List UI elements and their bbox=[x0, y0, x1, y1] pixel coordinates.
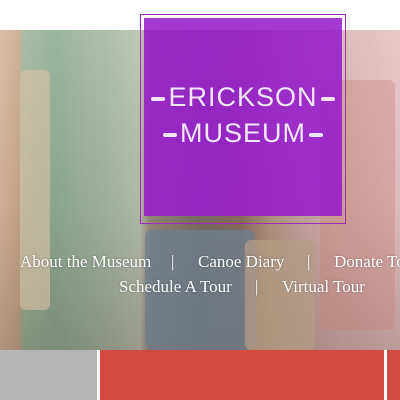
book-spine bbox=[20, 70, 50, 310]
logo-line-museum: MUSEUM bbox=[144, 118, 342, 149]
nav-donate[interactable]: Donate To bbox=[334, 252, 400, 272]
dash-icon bbox=[309, 132, 323, 137]
logo-text-erickson: ERICKSON bbox=[168, 82, 318, 112]
site-logo[interactable]: ERICKSON MUSEUM bbox=[144, 18, 342, 216]
nav-schedule-a-tour[interactable]: Schedule A Tour bbox=[119, 277, 232, 297]
dash-icon bbox=[163, 132, 177, 137]
dash-icon bbox=[151, 96, 166, 101]
content-tile-red[interactable] bbox=[100, 350, 384, 400]
nav-separator: | bbox=[171, 252, 175, 271]
nav-canoe-diary[interactable]: Canoe Diary bbox=[198, 252, 284, 272]
content-tile-grey[interactable] bbox=[0, 350, 97, 400]
nav-virtual-tour[interactable]: Virtual Tour bbox=[282, 277, 365, 297]
nav-separator: | bbox=[255, 277, 259, 296]
nav-about-the-museum[interactable]: About the Museum bbox=[20, 252, 151, 272]
content-tile-red-partial[interactable] bbox=[387, 350, 400, 400]
nav-separator: | bbox=[307, 252, 311, 271]
logo-text-museum: MUSEUM bbox=[180, 118, 306, 148]
logo-line-erickson: ERICKSON bbox=[144, 82, 342, 113]
dash-icon bbox=[320, 96, 335, 101]
